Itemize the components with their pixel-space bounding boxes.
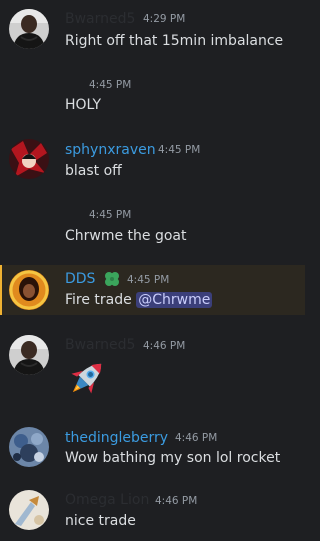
rocket-emoji (63, 354, 111, 402)
message-timestamp: 4:45 PM (89, 209, 132, 221)
message-author[interactable]: Bwarned5 (65, 336, 135, 354)
message-text: blast off (65, 163, 122, 179)
chat-message-highlighted: DDS 4:45 PM Fire trade @Chrwme (0, 265, 305, 315)
message-timestamp: 4:45 PM (127, 274, 170, 286)
chat-message: 4:45 PM HOLY (0, 72, 305, 122)
message-text: nice trade (65, 513, 136, 529)
message-text: Wow bathing my son lol rocket (65, 450, 281, 466)
clover-badge-icon (103, 270, 121, 288)
message-text: Chrwme the goat (65, 228, 187, 244)
message-text: Fire trade @Chrwme (65, 291, 213, 309)
user-avatar-dds[interactable] (9, 270, 49, 310)
message-text: Right off that 15min imbalance (65, 33, 284, 49)
rocket-icon (71, 363, 102, 394)
message-timestamp: 4:45 PM (158, 144, 201, 156)
user-avatar-omega-lion[interactable] (9, 490, 49, 530)
user-avatar-sphynxraven[interactable] (9, 139, 49, 179)
message-timestamp: 4:46 PM (155, 495, 198, 507)
message-author[interactable]: sphynxraven (65, 141, 156, 159)
user-mention[interactable]: @Chrwme (136, 292, 213, 308)
message-timestamp: 4:46 PM (143, 340, 186, 352)
message-author[interactable]: thedingleberry (65, 429, 168, 447)
message-timestamp: 4:29 PM (143, 13, 186, 25)
message-author[interactable]: DDS (65, 270, 95, 288)
chat-message: 4:45 PM Chrwme the goat (0, 202, 305, 254)
chat-message: thedingleberry 4:46 PM Wow bathing my so… (0, 420, 305, 480)
user-avatar-bwarned5[interactable] (9, 9, 49, 49)
user-avatar-bwarned5[interactable] (9, 335, 49, 375)
message-text: HOLY (65, 97, 102, 113)
chat-message: Bwarned5 4:29 PM Right off that 15min im… (0, 0, 305, 66)
message-author[interactable]: Omega Lion (65, 491, 149, 509)
message-timestamp: 4:45 PM (89, 79, 132, 91)
message-timestamp: 4:46 PM (175, 432, 218, 444)
chat-message: Bwarned5 4:46 PM 🚀 (0, 330, 305, 410)
chat-message: sphynxraven 4:45 PM blast off (0, 132, 305, 192)
message-author[interactable]: Bwarned5 (65, 10, 135, 28)
chat-message: Omega Lion 4:46 PM nice trade (0, 484, 305, 541)
user-avatar-thedingleberry[interactable] (9, 427, 49, 467)
chat-message-list: Bwarned5 4:29 PM Right off that 15min im… (0, 0, 305, 541)
message-text-prefix: Fire trade (65, 292, 137, 308)
